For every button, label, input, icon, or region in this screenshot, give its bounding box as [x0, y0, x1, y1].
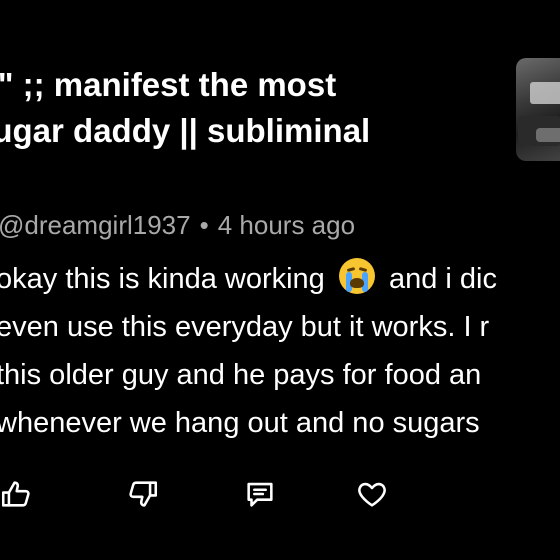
dislike-button[interactable] — [119, 470, 167, 518]
comment-meta: @dreamgirl1937 • 4 hours ago — [0, 210, 355, 241]
video-title-line-1: R" ;; manifest the most — [0, 66, 337, 103]
heart-icon — [358, 482, 386, 507]
comment-author[interactable]: @dreamgirl1937 — [0, 210, 191, 240]
thumbs-down-icon — [129, 481, 158, 507]
comment-text: and i dic — [388, 263, 497, 295]
comment-line: whenever we hang out and no sugars — [0, 407, 480, 439]
comment-timestamp: 4 hours ago — [217, 210, 356, 240]
comment-actions — [0, 470, 560, 520]
video-title[interactable]: R" ;; manifest the most sugar daddy || s… — [0, 62, 474, 154]
thumbs-up-icon — [1, 481, 30, 507]
love-button[interactable] — [348, 470, 396, 518]
comment-text: okay this is kinda working — [0, 263, 325, 295]
video-title-line-2: sugar daddy || subliminal — [0, 112, 371, 149]
thumbnail-shape — [536, 128, 560, 142]
loudly-crying-face-icon — [338, 258, 375, 294]
comment-line: this older guy and he pays for food an — [0, 359, 482, 391]
video-thumbnail[interactable] — [516, 58, 560, 161]
comment-icon — [247, 482, 273, 507]
comment-line: okay this is kinda working and i dic — [0, 255, 560, 303]
thumbnail-shape — [530, 82, 560, 104]
meta-separator: • — [199, 210, 209, 240]
like-button[interactable] — [0, 470, 40, 518]
comment-line: even use this everyday but it works. I r — [0, 311, 490, 343]
comment-body: okay this is kinda working and i dic eve… — [0, 255, 560, 447]
reply-button[interactable] — [236, 470, 284, 518]
